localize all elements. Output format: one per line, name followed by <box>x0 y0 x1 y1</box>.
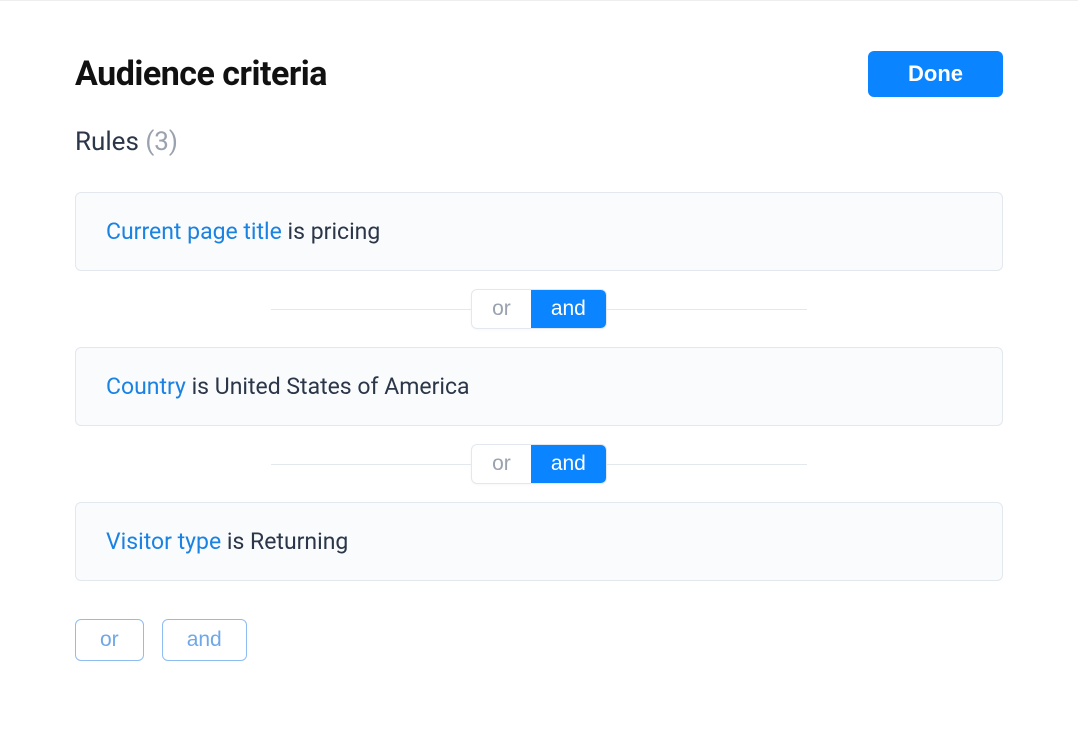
connector-row: or and <box>75 444 1003 484</box>
add-rule-row: or and <box>75 619 1003 661</box>
rules-label: Rules <box>75 127 139 157</box>
connector-line <box>271 464 471 465</box>
rules-heading: Rules (3) <box>75 127 1003 157</box>
rule-operator: is <box>288 218 305 245</box>
rule-operator: is <box>192 373 209 400</box>
rule-attribute: Visitor type <box>106 528 221 555</box>
rule-card[interactable]: Visitor type is Returning <box>75 502 1003 581</box>
connector-and-option[interactable]: and <box>531 445 606 483</box>
rule-attribute: Country <box>106 373 186 400</box>
connector-toggle: or and <box>471 289 607 329</box>
connector-and-option[interactable]: and <box>531 290 606 328</box>
connector-or-option[interactable]: or <box>472 445 531 483</box>
connector-line <box>607 309 807 310</box>
rule-value: United States of America <box>215 373 470 400</box>
connector-or-option[interactable]: or <box>472 290 531 328</box>
rule-value: pricing <box>311 218 381 245</box>
connector-toggle: or and <box>471 444 607 484</box>
add-and-rule-button[interactable]: and <box>162 619 247 661</box>
connector-line <box>607 464 807 465</box>
connector-line <box>271 309 471 310</box>
rule-operator: is <box>227 528 244 555</box>
rule-card[interactable]: Current page title is pricing <box>75 192 1003 271</box>
rule-attribute: Current page title <box>106 218 282 245</box>
done-button[interactable]: Done <box>868 51 1003 97</box>
rules-count: (3) <box>145 127 178 157</box>
connector-row: or and <box>75 289 1003 329</box>
add-or-rule-button[interactable]: or <box>75 619 144 661</box>
rule-card[interactable]: Country is United States of America <box>75 347 1003 426</box>
rule-value: Returning <box>250 528 348 555</box>
page-title: Audience criteria <box>75 54 327 94</box>
